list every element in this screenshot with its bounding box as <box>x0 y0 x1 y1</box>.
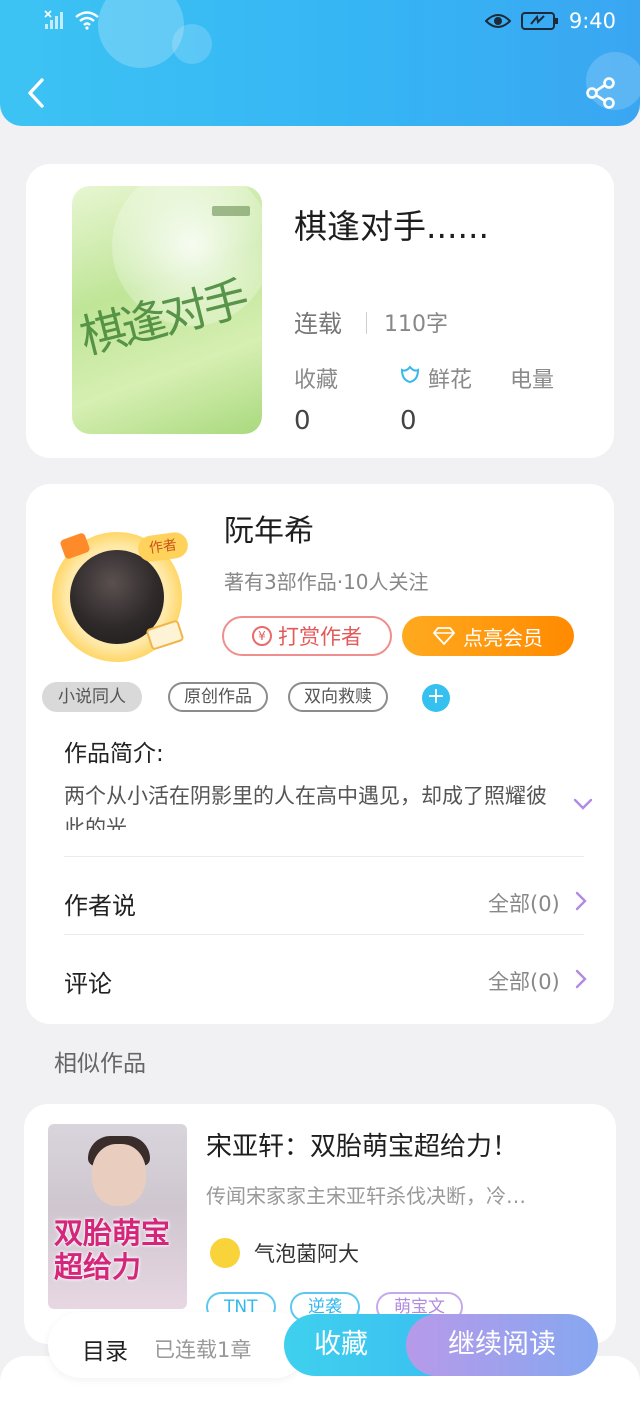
tag-item[interactable]: 双向救赎 <box>288 682 388 712</box>
stat-label-power: 电量 <box>510 368 555 393</box>
intro-text: 两个从小活在阴影里的人在高中遇见，却成了照耀彼此的光 <box>64 784 547 830</box>
yen-icon: ¥ <box>252 626 272 646</box>
divider <box>64 934 584 935</box>
word-count: 110字 <box>384 312 448 337</box>
header-bar: 9:40 <box>0 0 640 126</box>
chevron-right-icon[interactable] <box>574 890 588 912</box>
tip-author-button[interactable]: ¥ 打赏作者 <box>222 616 392 656</box>
similar-work-author: 气泡菌阿大 <box>254 1242 359 1266</box>
add-tag-button[interactable]: + <box>422 684 450 712</box>
similar-author-avatar <box>210 1238 240 1268</box>
stat-label-collect: 收藏 <box>294 368 339 393</box>
wifi-icon <box>75 11 99 30</box>
serial-status: 连载 <box>294 310 342 338</box>
similar-work-card[interactable]: 双胎萌宝 超给力 宋亚轩：双胎萌宝超给力！ 传闻宋家家主宋亚轩杀伐决断，冷… 气泡… <box>24 1104 616 1344</box>
chapter-count: 已连载1章 <box>154 1338 252 1362</box>
book-title: 棋逢对手...... <box>294 207 489 246</box>
status-bar-right: 9:40 <box>484 9 616 33</box>
eye-icon <box>484 14 511 28</box>
book-cover[interactable]: 棋逢对手 <box>72 186 262 434</box>
similar-section-title: 相似作品 <box>54 1051 146 1077</box>
diamond-icon <box>433 627 455 645</box>
vip-button[interactable]: 点亮会员 <box>402 616 574 656</box>
author-badge: 作者 <box>136 530 190 564</box>
tag-item[interactable]: 原创作品 <box>168 682 268 712</box>
stat-label-flower: 鲜花 <box>428 368 473 393</box>
chevron-right-icon[interactable] <box>574 968 588 990</box>
tag-item[interactable]: 小说同人 <box>42 682 142 712</box>
divider <box>64 856 584 857</box>
book-info-card: 棋逢对手 棋逢对手...... 连载 110字 收藏 鲜花 电量 0 0 <box>26 164 614 458</box>
catalog-label[interactable]: 目录 <box>82 1332 128 1366</box>
battery-icon <box>520 12 558 30</box>
status-bar-left <box>44 10 100 30</box>
status-time: 9:40 <box>568 9 616 33</box>
intro-title: 作品简介: <box>64 741 164 767</box>
similar-work-cover[interactable]: 双胎萌宝 超给力 <box>48 1124 187 1309</box>
cover-title-art: 双胎萌宝 超给力 <box>54 1216 171 1284</box>
avatar[interactable]: 作者 <box>52 530 190 662</box>
author-card: 作者 阮年希 著有3部作品·10人关注 ¥ 打赏作者 点亮会员 小说同人 原创作… <box>26 484 614 1024</box>
signal-icon <box>44 10 63 29</box>
row-comments-all[interactable]: 全部(0) <box>488 966 560 996</box>
chevron-down-icon[interactable] <box>572 796 594 812</box>
vip-label: 点亮会员 <box>463 625 543 650</box>
plus-icon: + <box>426 684 446 709</box>
stat-value-flower: 0 <box>400 406 417 436</box>
decor-bubble <box>172 24 212 64</box>
author-name[interactable]: 阮年希 <box>224 506 314 550</box>
decor-bubble <box>98 0 184 68</box>
stat-value-collect: 0 <box>294 406 311 436</box>
row-author-says-label: 作者说 <box>64 892 136 920</box>
continue-reading-button[interactable]: 继续阅读 <box>406 1314 598 1376</box>
similar-work-desc: 传闻宋家家主宋亚轩杀伐决断，冷… <box>206 1184 526 1208</box>
back-arrow-icon[interactable] <box>20 74 54 112</box>
row-author-says-all[interactable]: 全部(0) <box>488 888 560 918</box>
avatar-decor <box>59 532 91 560</box>
divider <box>366 312 367 334</box>
row-comments-label: 评论 <box>64 970 112 998</box>
flower-icon <box>400 365 420 384</box>
similar-work-title[interactable]: 宋亚轩：双胎萌宝超给力！ <box>206 1126 518 1163</box>
author-meta: 著有3部作品·10人关注 <box>224 570 429 594</box>
tip-author-label: 打赏作者 <box>278 625 362 649</box>
share-icon[interactable] <box>584 76 618 110</box>
